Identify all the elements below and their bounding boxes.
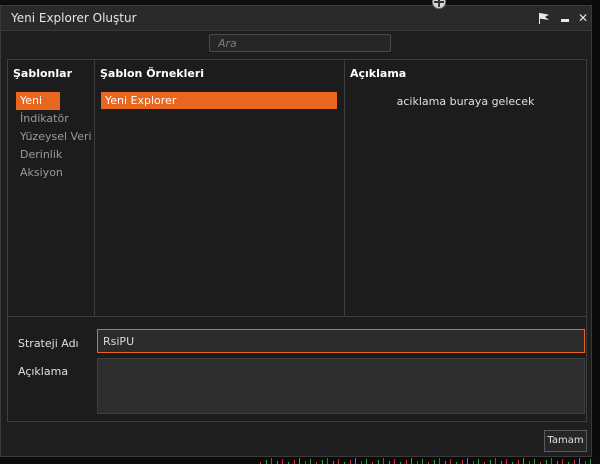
background-candle	[377, 460, 379, 464]
templates-list: Yeni İndikatör Yüzeysel Veri Derinlik Ak…	[16, 92, 92, 182]
search-input[interactable]	[209, 34, 391, 52]
strategy-name-label: Strateji Adı	[18, 337, 79, 350]
templates-column: Şablonlar Yeni İndikatör Yüzeysel Veri D…	[8, 60, 95, 316]
background-candle	[355, 458, 357, 464]
background-candle	[405, 460, 407, 464]
background-candle	[394, 459, 396, 464]
background-candle	[383, 458, 385, 464]
pin-button[interactable]	[537, 10, 553, 26]
example-item-yeni-explorer[interactable]: Yeni Explorer	[101, 92, 337, 109]
background-candle	[590, 459, 592, 464]
ok-button[interactable]: Tamam	[544, 430, 587, 452]
title-bar[interactable]: Yeni Explorer Oluştur ✕	[1, 6, 591, 31]
background-candle	[461, 460, 463, 464]
background-candle	[523, 458, 525, 464]
background-candle	[467, 458, 469, 464]
background-candle	[478, 459, 480, 464]
background-candle	[534, 459, 536, 464]
strategy-form: Strateji Adı Açıklama	[7, 317, 587, 422]
description-textarea[interactable]	[97, 358, 585, 414]
background-candle	[366, 459, 368, 464]
examples-list: Yeni Explorer	[101, 92, 337, 109]
background-candle	[433, 460, 435, 464]
background-candle	[562, 459, 564, 464]
templates-header: Şablonlar	[13, 67, 72, 80]
background-candle	[310, 459, 312, 464]
background-chart-right	[592, 0, 600, 464]
background-candle	[495, 458, 497, 464]
close-button[interactable]: ✕	[575, 10, 591, 26]
background-candle	[321, 460, 323, 464]
dialog-footer: Tamam	[7, 422, 587, 454]
description-column: Açıklama aciklama buraya gelecek	[345, 60, 586, 316]
template-panels: Şablonlar Yeni İndikatör Yüzeysel Veri D…	[7, 59, 587, 317]
minimize-icon	[561, 19, 569, 22]
template-item-aksiyon[interactable]: Aksiyon	[16, 164, 63, 182]
template-item-indikator[interactable]: İndikatör	[16, 110, 69, 128]
background-candle	[265, 460, 267, 464]
description-text: aciklama buraya gelecek	[396, 95, 535, 108]
background-candle	[579, 458, 581, 464]
examples-header: Şablon Örnekleri	[100, 67, 205, 80]
background-candle	[411, 458, 413, 464]
background-candle	[422, 459, 424, 464]
background-candle	[299, 458, 301, 464]
strategy-name-input[interactable]	[97, 329, 585, 353]
minimize-button[interactable]	[557, 10, 573, 26]
background-candle	[327, 458, 329, 464]
template-item-yuzeysel-veri[interactable]: Yüzeysel Veri	[16, 128, 92, 146]
new-explorer-dialog: Yeni Explorer Oluştur ✕ Şablonlar Yeni İ…	[0, 5, 592, 457]
background-candle	[506, 459, 508, 464]
background-candle	[573, 460, 575, 464]
background-candle	[489, 460, 491, 464]
background-candle	[338, 459, 340, 464]
background-candle	[517, 460, 519, 464]
pin-icon	[539, 13, 540, 24]
close-icon: ✕	[577, 11, 589, 25]
background-candle	[293, 460, 295, 464]
background-candle	[349, 460, 351, 464]
background-candle	[545, 460, 547, 464]
background-candle	[271, 458, 273, 464]
background-candles	[260, 458, 600, 464]
background-candle	[551, 458, 553, 464]
background-candle	[282, 459, 284, 464]
template-item-derinlik[interactable]: Derinlik	[16, 146, 62, 164]
dialog-title: Yeni Explorer Oluştur	[11, 11, 137, 25]
template-item-yeni[interactable]: Yeni	[16, 92, 60, 110]
examples-column: Şablon Örnekleri Yeni Explorer	[95, 60, 345, 316]
description-label: Açıklama	[18, 365, 69, 378]
background-candle	[439, 458, 441, 464]
background-candle	[450, 459, 452, 464]
description-header: Açıklama	[350, 67, 407, 80]
